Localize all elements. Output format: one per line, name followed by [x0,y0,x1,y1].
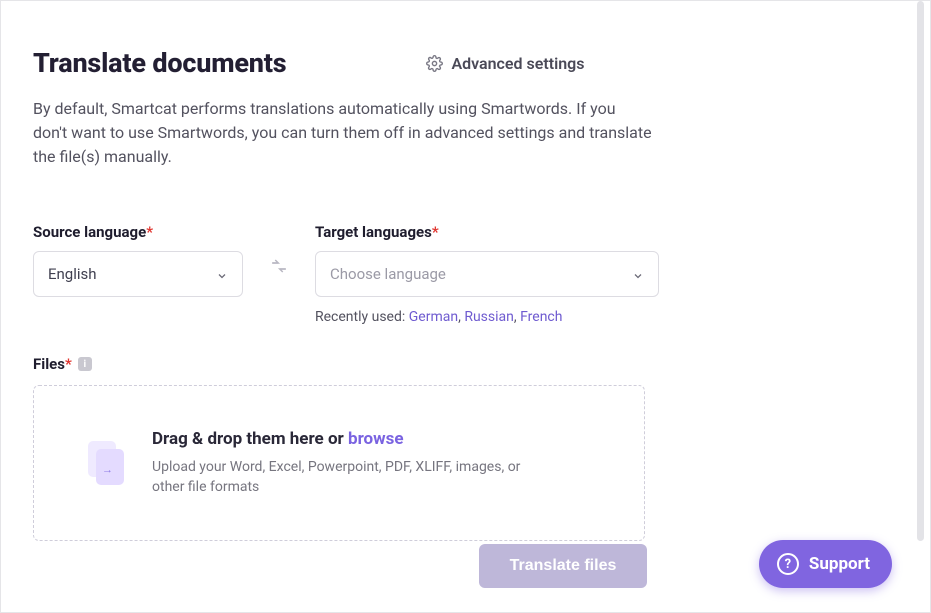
intro-text: By default, Smartcat performs translatio… [33,97,653,169]
translate-files-button[interactable]: Translate files [479,544,647,588]
required-asterisk: * [146,223,153,241]
dropzone-subtext: Upload your Word, Excel, Powerpoint, PDF… [152,457,532,498]
chevron-down-icon [216,268,228,280]
advanced-settings-link[interactable]: Advanced settings [426,54,584,73]
dropzone-text: Drag & drop them here or browse Upload y… [152,429,532,498]
info-icon[interactable]: i [78,357,92,371]
recently-used-row: Recently used: German, Russian, French [315,309,659,325]
support-button[interactable]: ? Support [759,540,892,588]
recent-language-link[interactable]: German [409,309,458,325]
source-language-label-text: Source language [33,223,146,241]
main-content: Translate documents Advanced settings By… [1,1,896,541]
target-language-placeholder: Choose language [330,265,446,283]
page-title: Translate documents [33,47,286,79]
source-language-value: English [48,265,97,283]
app-frame: Translate documents Advanced settings By… [0,0,931,613]
source-language-label: Source language* [33,223,243,241]
file-dropzone[interactable]: → Drag & drop them here or browse Upload… [33,385,645,541]
recent-language-link[interactable]: Russian [464,309,514,325]
header-row: Translate documents Advanced settings [33,47,864,79]
target-language-label: Target languages* [315,223,659,241]
dropzone-title: Drag & drop them here or browse [152,429,532,449]
scrollbar[interactable] [917,1,924,541]
recently-used-label: Recently used: [315,309,409,325]
files-icon: → [88,441,124,485]
dropzone-title-prefix: Drag & drop them here or [152,429,348,449]
gear-icon [426,55,443,72]
support-label: Support [809,554,870,574]
target-language-select[interactable]: Choose language [315,251,659,297]
source-language-field: Source language* English [33,223,243,297]
required-asterisk: * [65,355,72,373]
swap-icon [270,257,288,279]
files-label-text: Files [33,355,65,373]
files-label-row: Files* i [33,355,864,373]
help-icon: ? [777,553,799,575]
source-language-select[interactable]: English [33,251,243,297]
swap-languages-button[interactable] [267,257,291,279]
chevron-down-icon [632,268,644,280]
files-label: Files* [33,355,72,373]
advanced-settings-label: Advanced settings [451,54,584,73]
required-asterisk: * [432,223,439,241]
files-section: Files* i → Drag & drop them here or brow… [33,355,864,541]
target-language-label-text: Target languages [315,223,432,241]
recent-language-link[interactable]: French [520,309,562,325]
language-row: Source language* English T [33,223,864,325]
browse-link[interactable]: browse [348,429,404,449]
target-language-field: Target languages* Choose language Recent… [315,223,659,325]
